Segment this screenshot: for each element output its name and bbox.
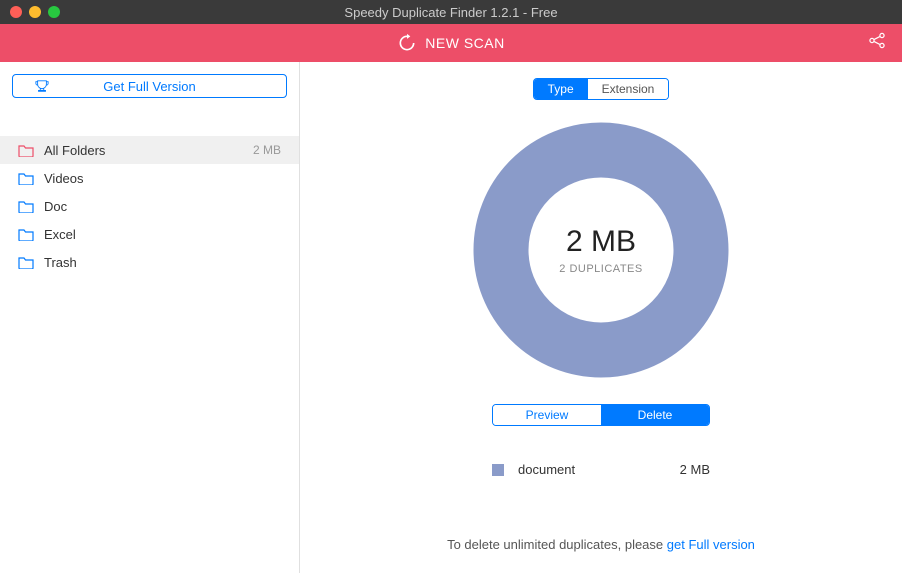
folder-icon <box>18 200 34 213</box>
content-area: Get Full Version All Folders 2 MB Videos… <box>0 62 902 573</box>
folder-icon <box>18 144 34 157</box>
sidebar-item-all-folders[interactable]: All Folders 2 MB <box>0 136 299 164</box>
sidebar-item-trash[interactable]: Trash <box>0 248 299 276</box>
folder-label: Doc <box>44 199 67 214</box>
maximize-window-button[interactable] <box>48 6 60 18</box>
donut-chart: 2 MB 2 DUPLICATES <box>471 120 731 380</box>
main-toolbar: NEW SCAN <box>0 24 902 62</box>
footer-prefix: To delete unlimited duplicates, please <box>447 537 667 552</box>
folder-list: All Folders 2 MB Videos Doc Excel Trash <box>0 136 299 276</box>
segment-type[interactable]: Type <box>534 79 588 99</box>
folder-icon <box>18 256 34 269</box>
folder-label: All Folders <box>44 143 105 158</box>
folder-size: 2 MB <box>253 143 281 157</box>
action-segment: Preview Delete <box>492 404 710 426</box>
sidebar-item-excel[interactable]: Excel <box>0 220 299 248</box>
close-window-button[interactable] <box>10 6 22 18</box>
donut-size-label: 2 MB <box>559 225 642 259</box>
folder-icon <box>18 172 34 185</box>
segment-extension[interactable]: Extension <box>588 79 669 99</box>
trophy-icon <box>35 79 49 93</box>
donut-center: 2 MB 2 DUPLICATES <box>559 225 642 275</box>
footer-message: To delete unlimited duplicates, please g… <box>447 537 755 552</box>
legend-size: 2 MB <box>680 462 710 477</box>
view-segment: Type Extension <box>533 78 670 100</box>
folder-label: Trash <box>44 255 77 270</box>
legend-swatch-icon <box>492 464 504 476</box>
share-icon <box>867 31 887 51</box>
sidebar-item-doc[interactable]: Doc <box>0 192 299 220</box>
refresh-icon <box>397 33 417 53</box>
sidebar: Get Full Version All Folders 2 MB Videos… <box>0 62 300 573</box>
delete-button[interactable]: Delete <box>601 405 709 425</box>
window-title: Speedy Duplicate Finder 1.2.1 - Free <box>344 5 557 20</box>
sidebar-item-videos[interactable]: Videos <box>0 164 299 192</box>
share-button[interactable] <box>867 31 887 56</box>
get-full-version-wrap: Get Full Version <box>0 62 299 108</box>
main-panel: Type Extension 2 MB 2 DUPLICATES Preview… <box>300 62 902 573</box>
folder-label: Videos <box>44 171 84 186</box>
donut-duplicates-label: 2 DUPLICATES <box>559 263 642 275</box>
folder-icon <box>18 228 34 241</box>
get-full-version-label: Get Full Version <box>103 79 196 94</box>
get-full-version-link[interactable]: get Full version <box>667 537 755 552</box>
window-titlebar: Speedy Duplicate Finder 1.2.1 - Free <box>0 0 902 24</box>
legend-row[interactable]: document 2 MB <box>492 462 710 477</box>
preview-button[interactable]: Preview <box>493 405 601 425</box>
new-scan-button[interactable]: NEW SCAN <box>397 33 504 53</box>
legend-label: document <box>518 462 575 477</box>
get-full-version-button[interactable]: Get Full Version <box>12 74 287 98</box>
folder-label: Excel <box>44 227 76 242</box>
new-scan-label: NEW SCAN <box>425 35 504 51</box>
minimize-window-button[interactable] <box>29 6 41 18</box>
window-controls <box>10 6 60 18</box>
